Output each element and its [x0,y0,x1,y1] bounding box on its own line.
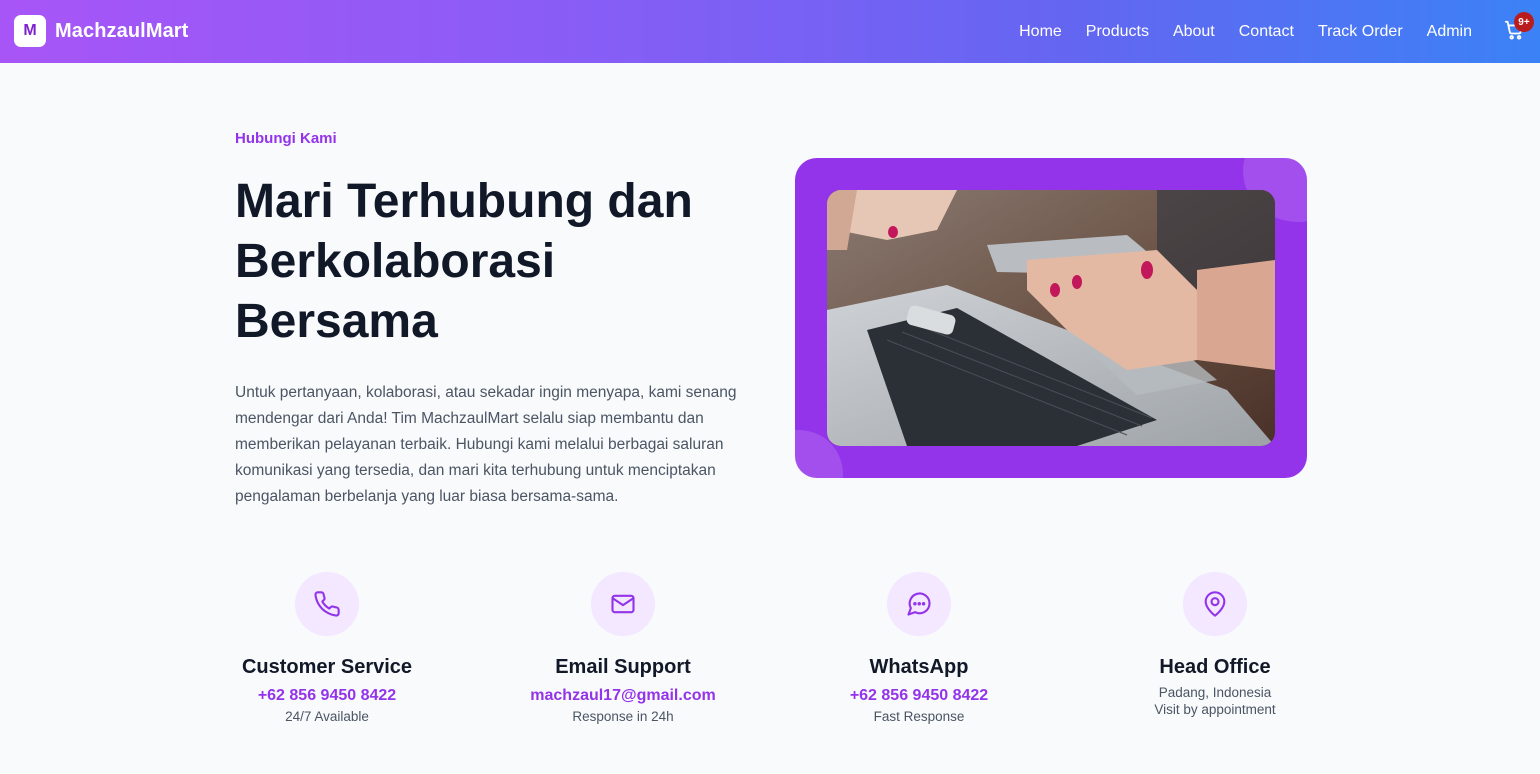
card-title: WhatsApp [869,656,969,678]
brand-logo: M [14,15,46,47]
nav-home[interactable]: Home [1019,23,1062,41]
nav-products[interactable]: Products [1086,23,1149,41]
office-note: Visit by appointment [1154,702,1276,717]
title-line: Berkolaborasi [235,235,556,288]
nav-contact[interactable]: Contact [1239,23,1294,41]
title-line: Mari Terhubung dan [235,175,693,228]
brand[interactable]: M MachzaulMart [14,15,188,47]
card-title: Head Office [1159,656,1271,678]
section-eyebrow: Hubungi Kami [235,130,337,147]
hero-image-frame [795,158,1307,478]
page-title: Mari Terhubung dan Berkolaborasi Bersama [235,172,755,352]
phone-icon [295,572,359,636]
whatsapp-link[interactable]: +62 856 9450 8422 [794,687,1044,705]
phone-link[interactable]: +62 856 9450 8422 [202,687,452,705]
card-subtitle: Fast Response [873,709,965,724]
title-line: Bersama [235,295,438,348]
contact-card-email-support: Email Support machzaul17@gmail.com Respo… [498,572,748,724]
contact-card-customer-service: Customer Service +62 856 9450 8422 24/7 … [202,572,452,724]
card-subtitle: 24/7 Available [285,709,369,724]
office-address: Padang, Indonesia [1158,685,1272,700]
email-link[interactable]: machzaul17@gmail.com [498,687,748,705]
top-navbar: M MachzaulMart Home Products About Conta… [0,0,1540,63]
nav-links: Home Products About Contact Track Order … [995,0,1472,63]
nav-about[interactable]: About [1173,23,1215,41]
brand-name: MachzaulMart [55,19,189,42]
card-title: Email Support [555,656,691,678]
cart-count-badge: 9+ [1514,12,1534,32]
hero-photo [827,190,1275,446]
card-title: Customer Service [241,656,413,678]
card-subtitle: Response in 24h [572,709,674,724]
contact-card-whatsapp: WhatsApp +62 856 9450 8422 Fast Response [794,572,1044,724]
nav-track-order[interactable]: Track Order [1318,23,1403,41]
location-pin-icon [1183,572,1247,636]
laptop-phone-photo [827,190,1275,446]
chat-icon [887,572,951,636]
contact-card-head-office: Head Office Padang, Indonesia Visit by a… [1090,572,1340,717]
hero-description: Untuk pertanyaan, kolaborasi, atau sekad… [235,384,737,505]
nav-admin[interactable]: Admin [1427,23,1472,41]
mail-icon [591,572,655,636]
